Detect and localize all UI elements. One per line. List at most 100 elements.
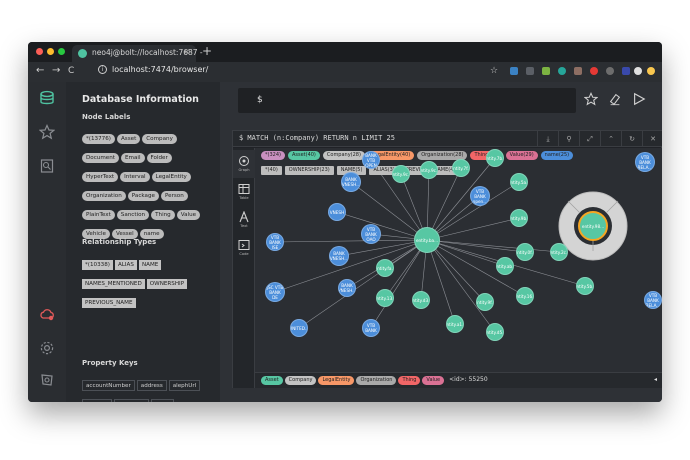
graph-node[interactable]: entity.a1... <box>446 315 464 333</box>
extension-icon[interactable] <box>558 67 566 75</box>
run-query-play-icon[interactable] <box>632 92 646 106</box>
graph-visualization[interactable]: *(324) Asset(40) Company(28) LegalEntity(40… <box>255 148 662 372</box>
node-label-chip[interactable]: Email <box>120 153 145 163</box>
graph-node[interactable]: UNITED... <box>290 319 308 337</box>
graph-node[interactable]: entity.16... <box>516 287 534 305</box>
browser-tab[interactable]: neo4j@bolt://localhost:7687 - × <box>72 45 203 62</box>
node-label-chip[interactable]: Package <box>127 191 159 201</box>
download-icon[interactable]: ⤓ <box>537 131 558 147</box>
footer-expand-icon[interactable]: ◂ <box>654 376 657 383</box>
graph-node[interactable]: BANK VNESH... <box>329 246 349 266</box>
collapse-icon[interactable]: ⌃ <box>600 131 621 147</box>
graph-node[interactable]: VTB BANK ISE <box>266 233 284 251</box>
legend-node-label-chip[interactable]: Company(28) <box>322 151 365 160</box>
graph-node[interactable]: BANK VNESH... <box>338 279 356 297</box>
fullscreen-icon[interactable]: ⤢ <box>579 131 600 147</box>
close-window-dot[interactable] <box>36 48 43 55</box>
extension-icon[interactable] <box>622 67 630 75</box>
graph-node[interactable]: entity.fa... <box>376 259 394 277</box>
graph-node[interactable]: entity.2c... <box>550 243 568 261</box>
graph-node[interactable]: entity.9c... <box>420 161 438 179</box>
tab-close-icon[interactable]: × <box>183 47 190 56</box>
cloud-connection-icon[interactable] <box>39 306 55 322</box>
property-key-chip[interactable]: alephUrl <box>168 380 201 391</box>
extension-icon[interactable] <box>574 67 582 75</box>
favorite-star-icon[interactable] <box>584 92 598 106</box>
extension-icon[interactable] <box>526 67 534 75</box>
graph-node[interactable]: VTB BANK OAO <box>361 224 381 244</box>
node-label-chip[interactable]: Asset <box>116 134 141 144</box>
node-label-chip[interactable]: Sanction <box>116 210 150 220</box>
graph-node[interactable]: entity.9f... <box>476 293 494 311</box>
footer-label-chip[interactable]: Company <box>284 376 317 385</box>
close-frame-icon[interactable]: ✕ <box>642 131 662 147</box>
relationship-edge[interactable] <box>274 239 428 243</box>
tab-text[interactable]: Text <box>233 206 255 234</box>
legend-node-label-chip[interactable]: *(324) <box>261 151 285 160</box>
cypher-editor[interactable]: $ <box>238 88 576 113</box>
node-label-chip[interactable]: Organization <box>82 191 126 201</box>
graph-node[interactable]: entity.ba... <box>414 227 440 253</box>
maximize-window-dot[interactable] <box>58 48 65 55</box>
rerun-icon[interactable]: ↻ <box>621 131 642 147</box>
clear-editor-eraser-icon[interactable] <box>608 92 622 106</box>
graph-node[interactable]: entity.9b... <box>510 209 528 227</box>
relationship-edge[interactable] <box>298 239 428 329</box>
site-info-icon[interactable]: i <box>98 65 107 74</box>
new-tab-button[interactable]: + <box>202 44 212 58</box>
graph-node[interactable]: BANK VNESH... <box>341 172 361 192</box>
graph-node[interactable]: entity.5a... <box>510 173 528 191</box>
pin-icon[interactable]: ⚲ <box>558 131 579 147</box>
graph-node[interactable]: entity.0f... <box>516 243 534 261</box>
footer-label-chip[interactable]: LegalEntity <box>318 376 355 385</box>
property-key-chip[interactable]: address <box>136 380 167 391</box>
bookmark-star-icon[interactable]: ☆ <box>490 66 498 76</box>
tab-code[interactable]: Code <box>233 234 255 262</box>
graph-node[interactable]: entity.ab... <box>496 257 514 275</box>
graph-node[interactable]: JSC VTB BANK DE <box>265 282 285 302</box>
node-label-chip[interactable]: HyperText <box>82 172 119 182</box>
extension-icon[interactable] <box>606 67 614 75</box>
property-key-chip[interactable]: ancestors <box>113 399 149 402</box>
tab-graph[interactable]: Graph <box>233 150 255 178</box>
graph-node[interactable]: VTB BANK <box>362 319 380 337</box>
relationship-type-chip[interactable]: *(10338) <box>82 260 113 270</box>
extension-icon[interactable] <box>542 67 550 75</box>
graph-node[interactable]: entity.d3... <box>412 291 430 309</box>
documents-icon[interactable] <box>39 158 55 174</box>
graph-node[interactable]: entity.5b... <box>576 277 594 295</box>
relationship-type-chip[interactable]: NAMES_MENTIONED <box>82 279 145 289</box>
node-label-chip[interactable]: Person <box>160 191 188 201</box>
back-button[interactable]: ← <box>36 65 44 76</box>
url-field[interactable]: i localhost:7474/browser/ <box>98 64 478 79</box>
property-key-chip[interactable]: asset <box>150 399 174 402</box>
graph-node[interactable]: VNESH <box>328 203 346 221</box>
legend-node-label-chip[interactable]: Asset(40) <box>287 151 320 160</box>
extension-icon[interactable] <box>647 67 655 75</box>
relationship-edge[interactable] <box>370 239 428 329</box>
graph-node[interactable]: entity.7f... <box>452 159 470 177</box>
minimize-window-dot[interactable] <box>47 48 54 55</box>
forward-button[interactable]: → <box>52 65 60 76</box>
relationship-edge[interactable] <box>426 239 526 253</box>
property-key-chip[interactable]: accountNumber <box>82 380 135 391</box>
legend-relationship-chip[interactable]: OWNERSHIP(23) <box>284 166 334 175</box>
node-label-chip[interactable]: Folder <box>146 153 172 163</box>
favorites-star-icon[interactable] <box>39 124 55 140</box>
frame-query-text[interactable]: $ MATCH (n:Company) RETURN n LIMIT 25 <box>239 134 395 142</box>
node-label-chip[interactable]: Company <box>142 134 177 144</box>
node-label-chip[interactable]: *(13776) <box>82 134 115 144</box>
node-label-chip[interactable]: LegalEntity <box>151 172 191 182</box>
node-label-chip[interactable]: Thing <box>151 210 175 220</box>
extension-icon[interactable] <box>510 67 518 75</box>
node-label-chip[interactable]: Value <box>176 210 201 220</box>
database-icon[interactable] <box>39 90 55 106</box>
reload-button[interactable]: C <box>68 66 74 76</box>
footer-label-chip[interactable]: Asset <box>261 376 283 385</box>
legend-node-label-chip[interactable]: name(25) <box>540 151 574 160</box>
legend-relationship-chip[interactable]: *(40) <box>261 166 282 175</box>
relationship-edge[interactable] <box>426 239 456 325</box>
relationship-type-chip[interactable]: ALIAS <box>114 260 137 270</box>
extension-icon[interactable] <box>590 67 598 75</box>
graph-node[interactable]: VTB BANK open... <box>470 186 490 206</box>
